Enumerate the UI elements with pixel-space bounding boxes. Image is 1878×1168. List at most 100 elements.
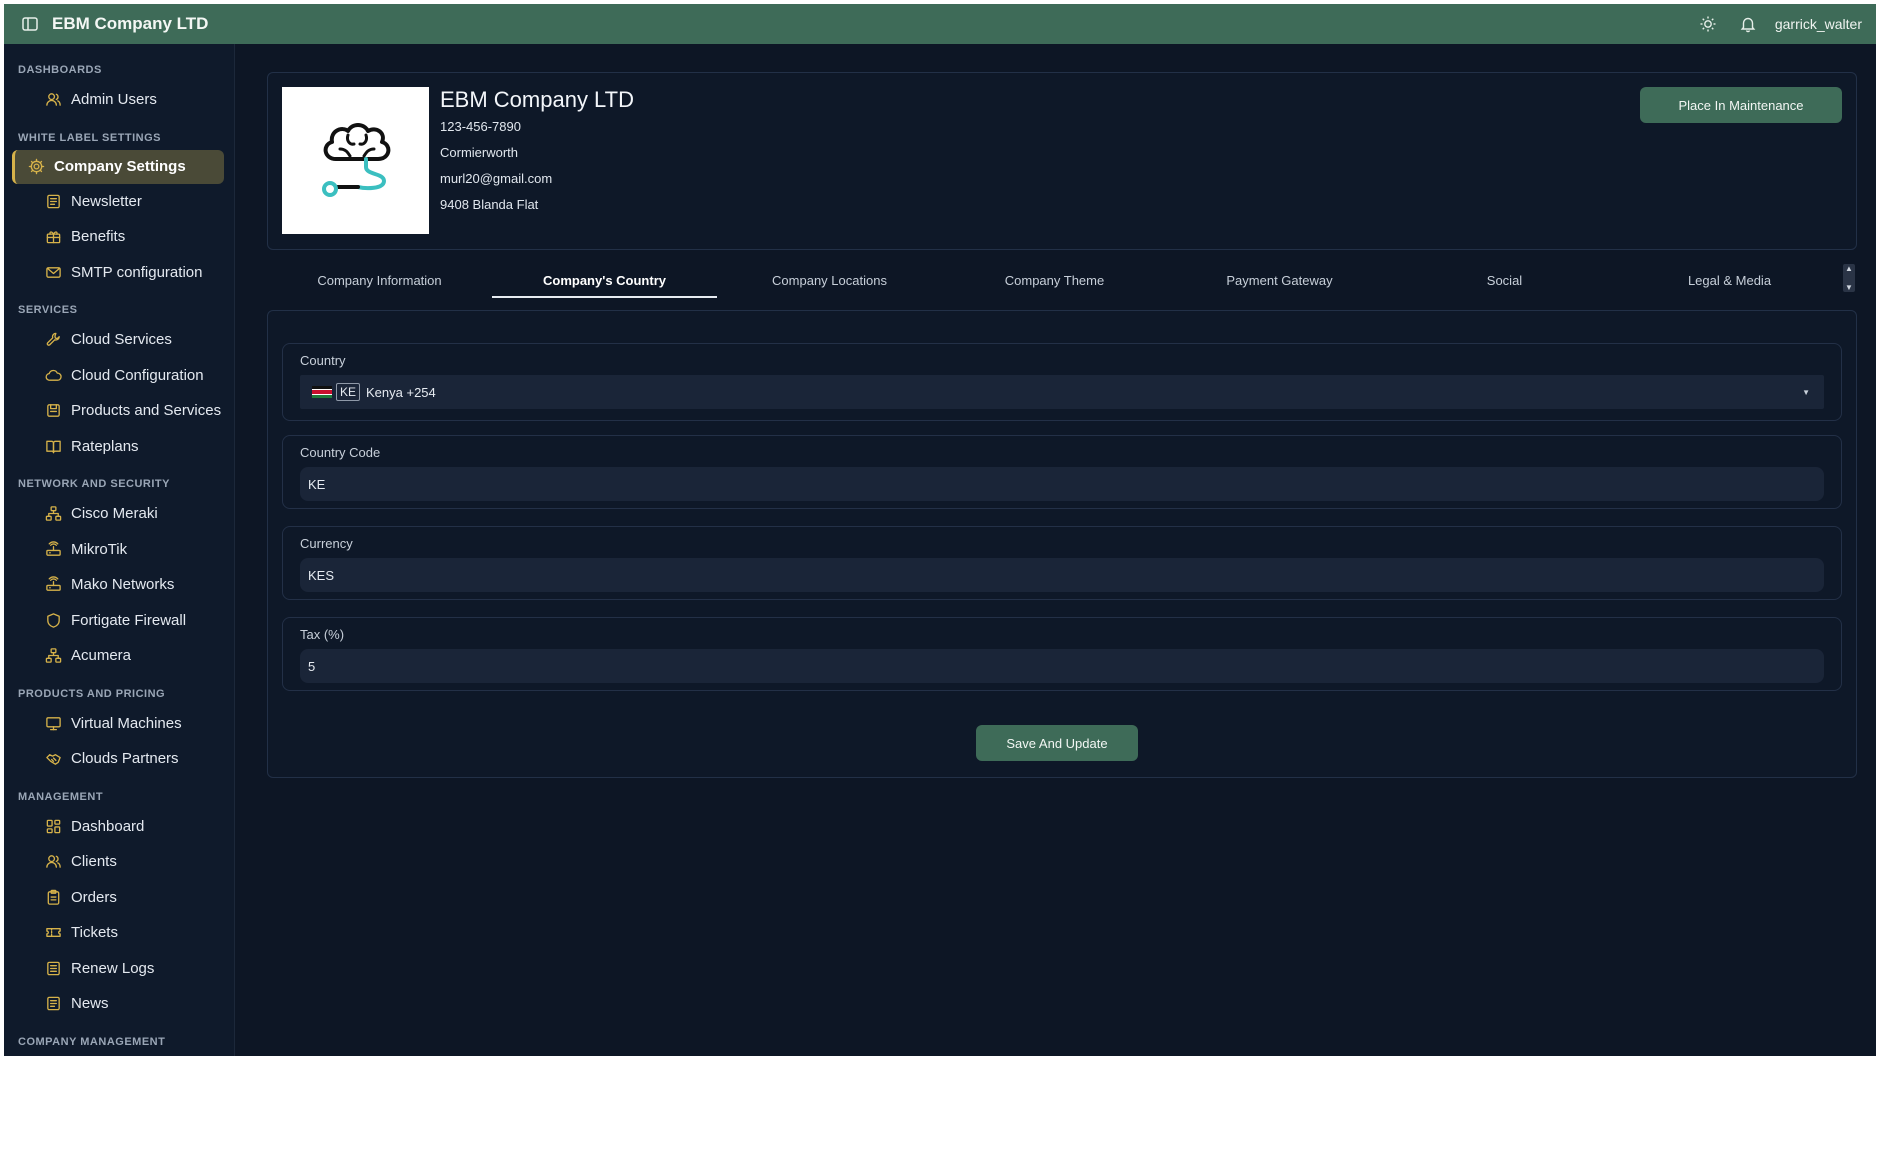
sidebar-item-label: MikroTik	[71, 540, 128, 558]
country-code-field-group: Country Code KE	[282, 435, 1842, 509]
chevron-up-icon[interactable]: ▲	[1845, 264, 1853, 273]
sidebar-item-smtp-configuration[interactable]: SMTP configuration	[4, 255, 234, 291]
sidebar-item-cisco-meraki[interactable]: Cisco Meraki	[4, 496, 234, 532]
sidebar-item-label: Cloud Configuration	[71, 366, 204, 384]
sidebar-item-label: Acumera	[71, 647, 132, 665]
main-content: EBM Company LTD 123-456-7890 Cormierwort…	[235, 44, 1876, 1056]
currency-field-group: Currency KES	[282, 526, 1842, 600]
clipboard-icon	[44, 888, 62, 906]
sidebar-item-mako-networks[interactable]: Mako Networks	[4, 567, 234, 603]
sidebar-item-label: Renew Logs	[71, 959, 155, 977]
sidebar-item-renew-logs[interactable]: Renew Logs	[4, 951, 234, 987]
sidebar-item-mikrotik[interactable]: MikroTik	[4, 532, 234, 568]
sidebar-section-title: SERVICES	[18, 304, 78, 316]
company-name: EBM Company LTD	[440, 87, 634, 112]
currency-input[interactable]: KES	[300, 558, 1824, 592]
tab-company-information[interactable]: Company Information	[267, 260, 492, 300]
gift-icon	[44, 228, 62, 246]
sidebar-item-company-settings[interactable]: Company Settings	[12, 149, 224, 184]
sidebar-item-admin-users[interactable]: Admin Users	[4, 82, 234, 118]
sidebar-toggle-icon[interactable]	[14, 8, 46, 40]
app-window: EBM Company LTD garrick_walter DASHBOARD…	[4, 4, 1876, 1056]
tab-company-theme[interactable]: Company Theme	[942, 260, 1167, 300]
sidebar-item-virtual-machines[interactable]: Virtual Machines	[4, 706, 234, 742]
country-code-label: Country Code	[300, 445, 381, 460]
chevron-down-icon[interactable]: ▼	[1802, 388, 1810, 397]
sidebar-item-label: Rateplans	[71, 437, 139, 455]
sidebar-item-label: Orders	[71, 888, 117, 906]
wrench-icon	[44, 331, 62, 349]
brain-icon	[321, 122, 390, 197]
sidebar-item-cloud-services[interactable]: Cloud Services	[4, 322, 234, 358]
sidebar-item-cloud-configuration[interactable]: Cloud Configuration	[4, 358, 234, 394]
tax-input[interactable]: 5	[300, 649, 1824, 683]
chevron-down-icon[interactable]: ▼	[1845, 283, 1853, 292]
tab-scroll-arrows[interactable]: ▲ ▼	[1843, 264, 1855, 292]
theme-toggle-icon[interactable]	[1695, 11, 1721, 37]
sidebar-item-label: Admin Users	[71, 91, 157, 109]
company-profile-card: EBM Company LTD 123-456-7890 Cormierwort…	[267, 72, 1857, 250]
sidebar-item-label: Company Settings	[54, 158, 186, 175]
company-city: Cormierworth	[440, 145, 519, 160]
tab-company-s-country[interactable]: Company's Country	[492, 260, 717, 300]
newspaper-icon	[44, 995, 62, 1013]
tab-legal-media[interactable]: Legal & Media	[1617, 260, 1842, 300]
sidebar-item-fortigate-firewall[interactable]: Fortigate Firewall	[4, 603, 234, 639]
sidebar-item-orders[interactable]: Orders	[4, 880, 234, 916]
sidebar-item-dashboard[interactable]: Dashboard	[4, 809, 234, 845]
book-icon	[44, 437, 62, 455]
sidebar-item-benefits[interactable]: Benefits	[4, 219, 234, 255]
sidebar-item-newsletter[interactable]: Newsletter	[4, 184, 234, 220]
company-email: murl20@gmail.com	[440, 171, 553, 186]
sidebar-item-label: Mako Networks	[71, 576, 175, 594]
place-in-maintenance-button[interactable]: Place In Maintenance	[1640, 87, 1842, 123]
tab-payment-gateway[interactable]: Payment Gateway	[1167, 260, 1392, 300]
sidebar-item-label: Products and Services	[71, 402, 222, 420]
newspaper-icon	[44, 192, 62, 210]
country-value: Kenya +254	[366, 384, 436, 400]
sidebar-item-clouds-partners[interactable]: Clouds Partners	[4, 741, 234, 777]
country-select[interactable]: KE Kenya +254 ▼	[300, 375, 1824, 409]
sidebar-item-acumera[interactable]: Acumera	[4, 638, 234, 674]
sidebar-item-label: Newsletter	[71, 192, 142, 210]
sidebar-item-tickets[interactable]: Tickets	[4, 915, 234, 951]
sidebar-section-title: NETWORK AND SECURITY	[18, 478, 170, 490]
country-settings-form: Country KE Kenya +254 ▼ Country Code KE …	[267, 310, 1857, 778]
sidebar-section-title: PRODUCTS AND PRICING	[18, 687, 166, 700]
sidebar: DASHBOARDS Admin Users WHITE LABEL SETTING…	[4, 44, 235, 1056]
sidebar-item-clients[interactable]: Clients	[4, 844, 234, 880]
tab-social[interactable]: Social	[1392, 260, 1617, 300]
tax-field-group: Tax (%) 5	[282, 617, 1842, 691]
bell-icon[interactable]	[1735, 11, 1761, 37]
handshake-icon	[44, 750, 62, 768]
sidebar-item-label: Virtual Machines	[71, 714, 182, 732]
currency-label: Currency	[300, 536, 353, 551]
router-icon	[44, 576, 62, 594]
tax-label: Tax (%)	[300, 627, 345, 642]
router-icon	[44, 540, 62, 558]
username[interactable]: garrick_walter	[1775, 16, 1862, 32]
save-and-update-button[interactable]: Save And Update	[976, 725, 1138, 761]
sidebar-section-title: WHITE LABEL SETTINGS	[18, 131, 162, 144]
sidebar-item-rateplans[interactable]: Rateplans	[4, 429, 234, 465]
country-code-input[interactable]: KE	[300, 467, 1824, 501]
list-icon	[44, 959, 62, 977]
shield-icon	[44, 611, 62, 629]
network-icon	[44, 647, 62, 665]
sidebar-item-news[interactable]: News	[4, 986, 234, 1022]
sidebar-item-products-and-services[interactable]: Products and Services	[4, 393, 234, 429]
kenya-flag-icon	[312, 386, 332, 398]
company-phone: 123-456-7890	[440, 119, 521, 134]
monitor-icon	[44, 714, 62, 732]
sidebar-item-label: Cisco Meraki	[71, 505, 158, 523]
mail-icon	[44, 263, 62, 281]
sidebar-item-label: Clients	[71, 853, 117, 871]
sidebar-item-label: Benefits	[71, 228, 126, 246]
sidebar-item-label: Dashboard	[71, 817, 145, 835]
country-label: Country	[300, 353, 346, 368]
settings-tabs: Company Information Company's Country Comp…	[267, 260, 1857, 300]
ticket-icon	[44, 924, 62, 942]
country-iso-badge: KE	[336, 383, 361, 401]
sidebar-section-title: COMPANY MANAGEMENT	[18, 1035, 166, 1048]
tab-company-locations[interactable]: Company Locations	[717, 260, 942, 300]
